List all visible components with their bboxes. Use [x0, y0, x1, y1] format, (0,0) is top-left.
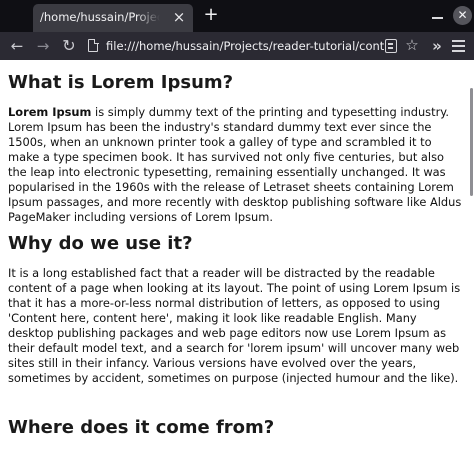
paragraph-text: is simply dummy text of the printing and…: [8, 105, 462, 224]
bold-lead: Lorem Ipsum: [8, 105, 92, 119]
minimize-icon[interactable]: [428, 7, 448, 25]
reader-view-icon[interactable]: [385, 39, 397, 53]
arrow-left-icon[interactable]: ←: [6, 35, 28, 57]
address-bar[interactable]: file:///home/hussain/Projects/reader-tut…: [84, 34, 419, 58]
chevrons-right-icon[interactable]: »: [428, 35, 446, 57]
document-icon: [88, 38, 99, 52]
section-heading: What is Lorem Ipsum?: [8, 72, 234, 93]
section-paragraph: Lorem Ipsum is simply dummy text of the …: [8, 105, 464, 225]
window-close-icon[interactable]: ✕: [453, 6, 472, 25]
tab-strip: /home/hussain/Projects/reader-tutorial/c…: [0, 0, 474, 32]
url-text[interactable]: file:///home/hussain/Projects/reader-tut…: [106, 39, 386, 53]
new-tab-plus-icon[interactable]: +: [202, 6, 220, 24]
reload-icon[interactable]: ↻: [58, 35, 80, 57]
section-heading: Why do we use it?: [8, 233, 193, 254]
navigation-toolbar: ← → ↻ file:///home/hussain/Projects/read…: [0, 32, 474, 60]
star-icon[interactable]: ☆: [404, 35, 420, 55]
tab-content-html[interactable]: /home/hussain/Projects/reader-tutorial/c…: [33, 4, 193, 32]
arrow-right-icon[interactable]: →: [32, 35, 54, 57]
scrollbar-thumb[interactable]: [470, 88, 473, 196]
tab-close-icon[interactable]: ×: [171, 9, 187, 25]
page-content: What is Lorem Ipsum? Lorem Ipsum is simp…: [0, 60, 474, 452]
hamburger-menu-icon[interactable]: [452, 40, 466, 52]
tab-title: /home/hussain/Projects/reader-tutorial/c…: [40, 10, 160, 24]
section-heading: Where does it come from?: [8, 417, 275, 438]
section-paragraph: It is a long established fact that a rea…: [8, 266, 461, 385]
scrollbar[interactable]: [469, 60, 474, 452]
